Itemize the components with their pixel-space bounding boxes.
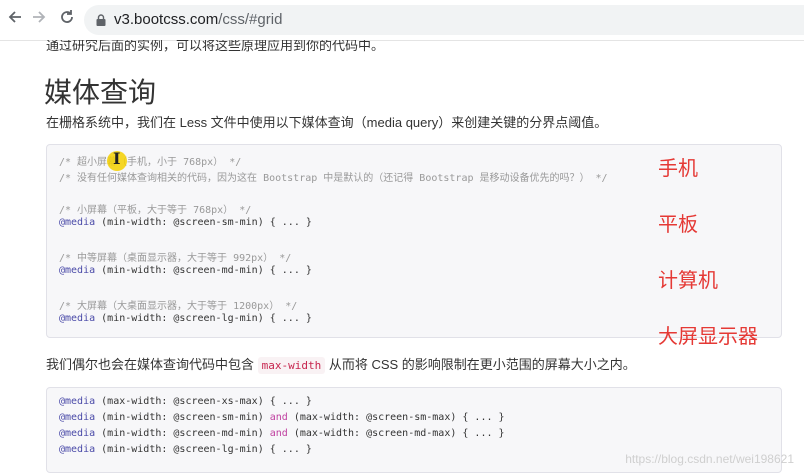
code-line-lg: @media (min-width: @screen-lg-min) { ...… xyxy=(59,313,312,324)
code-comment-xs: /* 超小屏幕（手机，小于 768px） */ xyxy=(59,157,242,168)
url-text[interactable]: v3.bootcss.com/css/#grid xyxy=(114,11,282,28)
code-text: (max-width: @screen-md-max) { ... } xyxy=(287,428,505,439)
media-keyword: @media xyxy=(59,428,96,439)
code-comment-default: /* 没有任何媒体查询相关的代码，因为这在 Bootstrap 中是默认的（还记… xyxy=(59,173,608,184)
and-keyword: and xyxy=(269,412,288,423)
url-path: /css/#grid xyxy=(218,11,283,28)
code-text: (min-width: @screen-lg-min) { ... } xyxy=(101,313,312,324)
code-comment-md: /* 中等屏幕（桌面显示器，大于等于 992px） */ xyxy=(59,253,292,264)
code-line-md-range: @media (min-width: @screen-md-min) and (… xyxy=(59,428,505,439)
media-keyword: @media xyxy=(59,444,96,455)
page-heading: 媒体查询 xyxy=(44,77,157,108)
text-cursor-icon: I xyxy=(113,149,121,168)
code-text: (min-width: @screen-sm-min) xyxy=(101,412,270,423)
code-comment-sm: /* 小屏幕（平板，大于等于 768px） */ xyxy=(59,205,252,216)
code-line-sm: @media (min-width: @screen-sm-min) { ...… xyxy=(59,217,312,228)
media-keyword: @media xyxy=(59,217,96,228)
media-keyword: @media xyxy=(59,396,96,407)
annotation-tablet: 平板 xyxy=(658,214,698,236)
code-text: (min-width: @screen-md-min) { ... } xyxy=(101,265,312,276)
code-line-lg-min: @media (min-width: @screen-lg-min) { ...… xyxy=(59,444,312,455)
arrow-right-icon[interactable] xyxy=(28,9,50,31)
media-keyword: @media xyxy=(59,265,96,276)
intro-text: 通过研究后面的实例，可以将这些原理应用到你的代码中。 xyxy=(46,40,385,53)
paragraph-media-query: 在栅格系统中，我们在 Less 文件中使用以下媒体查询（media query）… xyxy=(46,115,608,130)
paragraph-max-width: 我们偶尔也会在媒体查询代码中包含 max-width 从而将 CSS 的影响限制… xyxy=(46,354,636,374)
media-keyword: @media xyxy=(59,412,96,423)
code-text: (max-width: @screen-xs-max) { ... } xyxy=(101,396,312,407)
annotation-phone: 手机 xyxy=(658,158,698,180)
inline-code-max-width: max-width xyxy=(257,357,326,374)
lock-icon xyxy=(96,13,106,26)
code-text: (max-width: @screen-sm-max) { ... } xyxy=(287,412,505,423)
code-text: (min-width: @screen-sm-min) { ... } xyxy=(101,217,312,228)
media-keyword: @media xyxy=(59,313,96,324)
browser-toolbar: v3.bootcss.com/css/#grid xyxy=(0,0,804,41)
page-content: 通过研究后面的实例，可以将这些原理应用到你的代码中。 媒体查询 在栅格系统中，我… xyxy=(0,40,804,474)
code-text: (min-width: @screen-md-min) xyxy=(101,428,270,439)
code-line-sm-range: @media (min-width: @screen-sm-min) and (… xyxy=(59,412,505,423)
code-text: (min-width: @screen-lg-min) { ... } xyxy=(101,444,312,455)
arrow-left-icon[interactable] xyxy=(4,9,26,31)
watermark: https://blog.csdn.net/wei198621 xyxy=(625,452,794,466)
code-line-md: @media (min-width: @screen-md-min) { ...… xyxy=(59,265,312,276)
code-line-xs-max: @media (max-width: @screen-xs-max) { ...… xyxy=(59,396,312,407)
url-host: v3.bootcss.com xyxy=(114,11,219,28)
code-comment-lg: /* 大屏幕（大桌面显示器，大于等于 1200px） */ xyxy=(59,301,298,312)
annotation-computer: 计算机 xyxy=(658,270,718,292)
annotation-large-display: 大屏显示器 xyxy=(658,326,758,348)
paragraph-text: 我们偶尔也会在媒体查询代码中包含 xyxy=(46,357,258,372)
reload-icon[interactable] xyxy=(56,9,78,31)
and-keyword: and xyxy=(269,428,288,439)
paragraph-text: 从而将 CSS 的影响限制在更小范围的屏幕大小之内。 xyxy=(325,357,636,372)
